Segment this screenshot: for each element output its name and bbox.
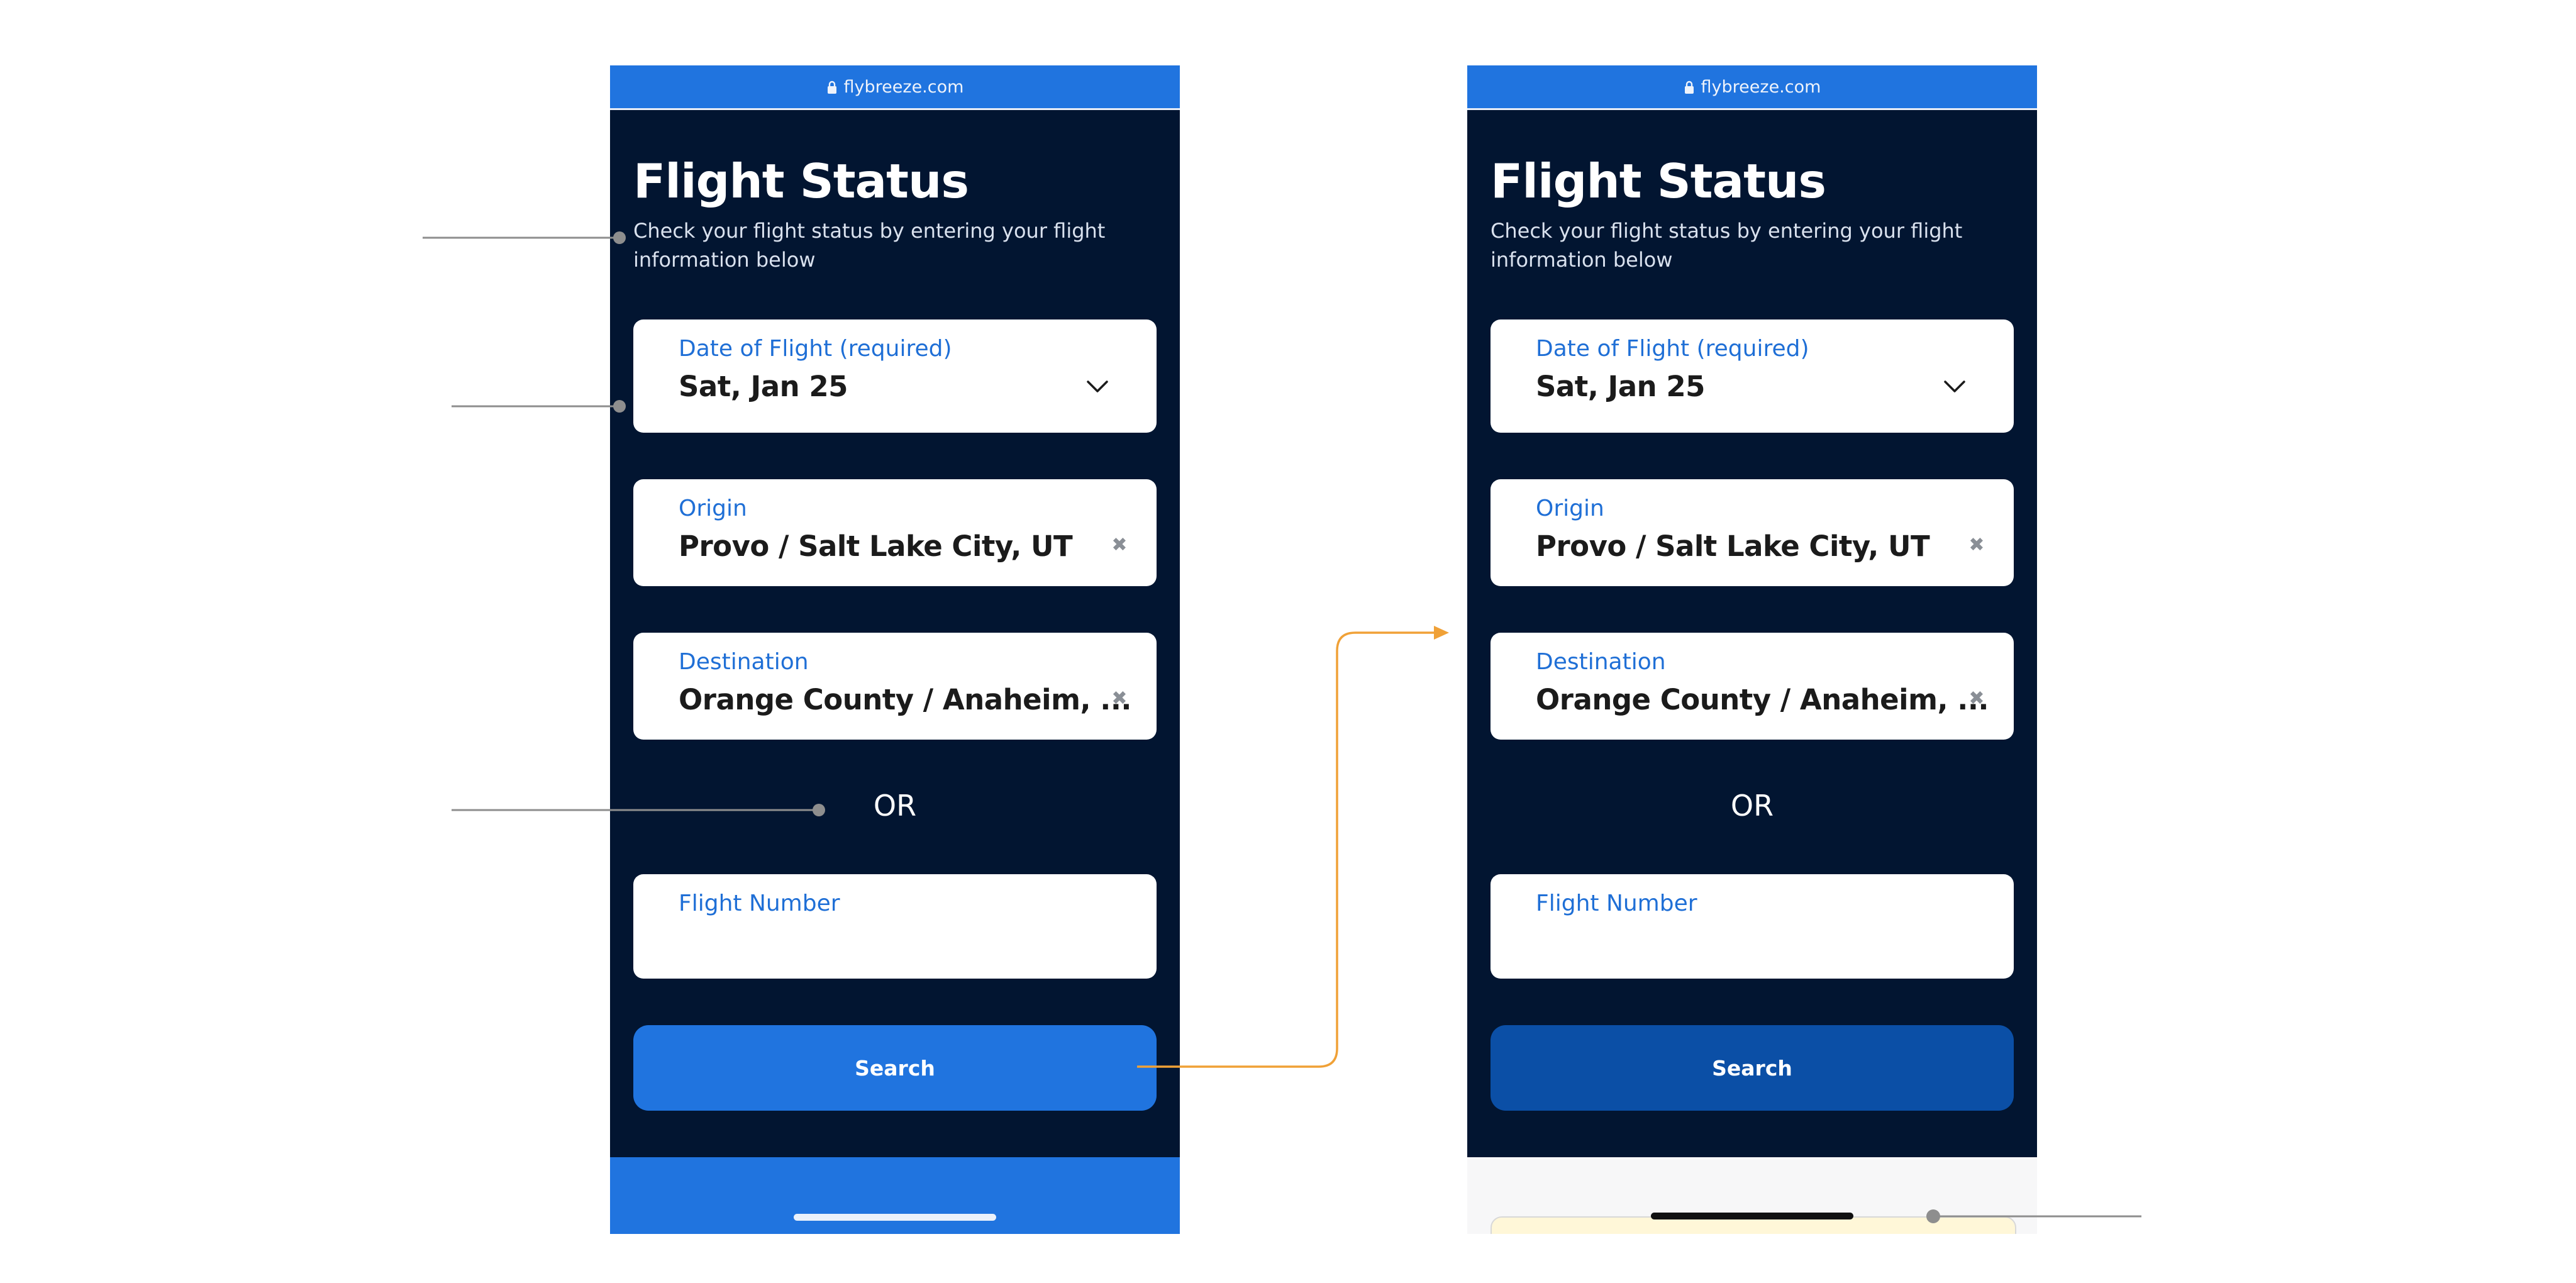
home-indicator-callout-dot [1926, 1209, 1940, 1223]
subtitle-callout-dot [613, 231, 626, 244]
annotation-overlay [423, 231, 2141, 1223]
flow-arrow-head [1434, 626, 1449, 640]
annotation-callout-lines [423, 236, 2141, 1218]
or-callout-dot [813, 804, 825, 816]
date-callout-dot [613, 400, 626, 413]
flow-arrow [1137, 631, 1435, 1068]
